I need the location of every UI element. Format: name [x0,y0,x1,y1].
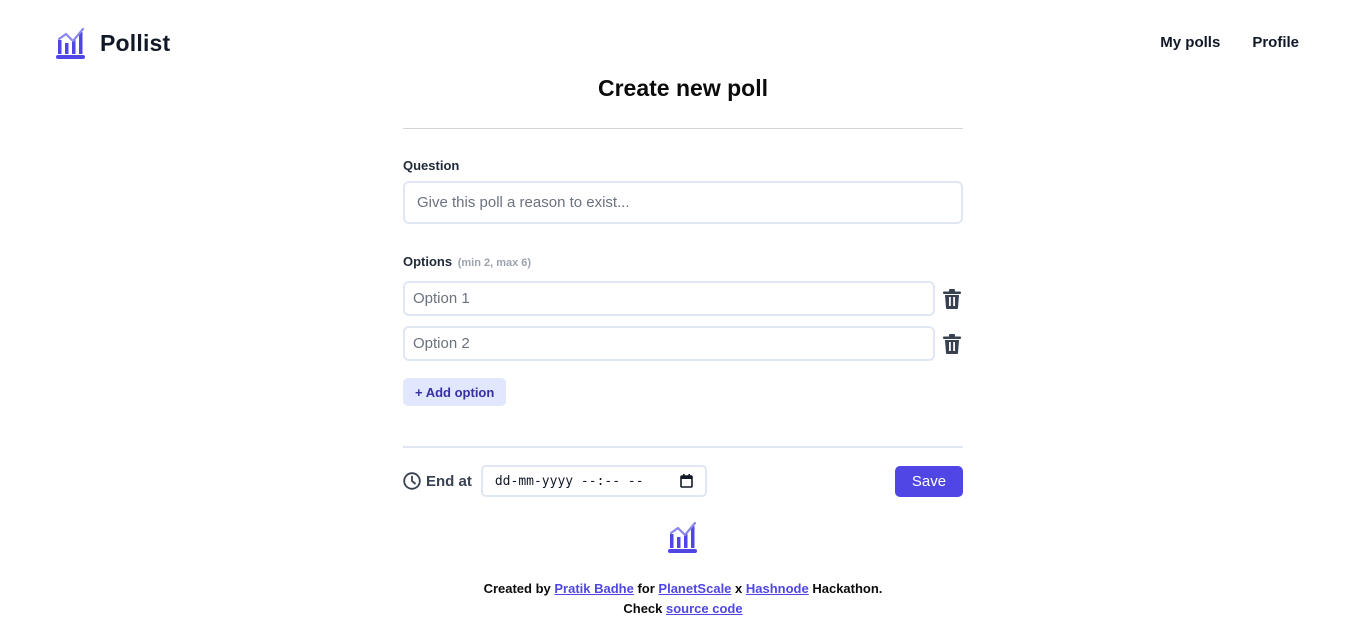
footer-credits: Created by Pratik Badhe for PlanetScale … [0,579,1366,599]
credits-suffix: Hackathon. [808,581,883,596]
trash-icon [943,333,961,354]
save-button[interactable]: Save [895,465,963,497]
option-row [403,281,963,316]
source-code-link[interactable]: source code [666,601,743,616]
add-option-button[interactable]: + Add option [403,378,507,406]
nav-my-polls[interactable]: My polls [1160,34,1220,51]
divider [403,446,963,448]
clock-icon [403,472,421,490]
calendar-icon[interactable] [680,474,693,488]
option-input-1[interactable] [403,281,935,316]
end-at-row: End at dd-mm-yyyy --:-- -- Save [403,465,963,497]
top-nav: My polls Profile [1160,34,1299,51]
app-name: Pollist [100,29,171,56]
bar-chart-trend-icon [56,27,85,59]
footer: Created by Pratik Badhe for PlanetScale … [0,520,1366,619]
datetime-value: dd-mm-yyyy --:-- -- [494,473,644,489]
options-hint: (min 2, max 6) [457,257,532,269]
source-prefix: Check [623,601,667,616]
create-poll-form: Create new poll Question Options (min 2,… [403,72,963,497]
options-label-text: Options [403,254,453,269]
end-at-group: End at dd-mm-yyyy --:-- -- [403,465,707,497]
end-at-label: End at [403,472,472,490]
question-label: Question [403,158,460,173]
header: Pollist My polls Profile [0,0,1366,80]
delete-option-2-button[interactable] [941,333,963,355]
end-at-datetime-input[interactable]: dd-mm-yyyy --:-- -- [480,465,707,497]
options-list [403,281,963,361]
page-title: Create new poll [598,75,768,101]
credits-mid: for [633,581,659,596]
divider [403,128,963,129]
credits-x: x [731,581,746,596]
delete-option-1-button[interactable] [941,288,963,310]
trash-icon [943,288,961,309]
option-input-2[interactable] [403,326,935,361]
options-label: Options (min 2, max 6) [403,254,963,269]
hashnode-link[interactable]: Hashnode [746,581,809,596]
footer-source: Check source code [0,599,1366,619]
nav-profile[interactable]: Profile [1252,34,1299,51]
brand-link[interactable]: Pollist [56,26,170,60]
question-input[interactable] [403,181,963,224]
planetscale-link[interactable]: PlanetScale [658,581,731,596]
credits-prefix: Created by [483,581,555,596]
end-at-label-text: End at [426,472,472,490]
bar-chart-trend-icon [668,521,697,553]
author-link[interactable]: Pratik Badhe [554,581,633,596]
option-row [403,326,963,361]
